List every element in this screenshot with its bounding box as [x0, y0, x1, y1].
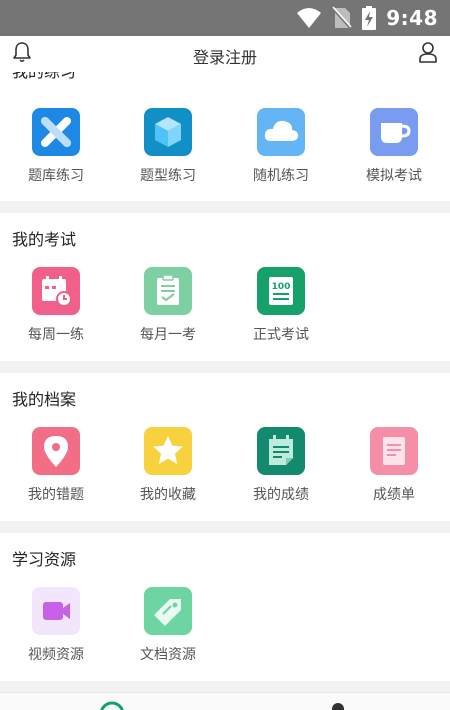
tag-icon	[144, 587, 192, 635]
svg-text:100: 100	[272, 282, 291, 292]
practice-grid: 题库练习 题型练习 随机练习 模拟考试	[0, 108, 450, 198]
question-type-practice-button[interactable]: 题型练习	[112, 108, 224, 198]
my-mistakes-button[interactable]: 我的错题	[0, 427, 112, 517]
random-label: 随机练习	[253, 168, 309, 184]
question-bank-icon	[32, 108, 80, 156]
notepad-icon	[257, 427, 305, 475]
video-resources-button[interactable]: 视频资源	[0, 587, 112, 677]
section-title: 学习资源	[12, 550, 77, 569]
records-grid: 我的错题 我的收藏 我的成绩 成绩单	[0, 427, 450, 517]
clipboard-check-icon	[144, 267, 192, 315]
tile-scores	[257, 427, 305, 475]
section-learning-resources: 学习资源 视频资源 文档资源	[0, 533, 450, 681]
app-header: 登录注册	[0, 36, 450, 72]
content-scroll-area[interactable]: 我的练习 题库练习	[0, 72, 450, 692]
mock-exam-button[interactable]: 模拟考试	[338, 108, 450, 198]
resources-grid: 视频资源 文档资源	[0, 587, 450, 677]
tile-random	[257, 108, 305, 156]
question-bank-label: 题库练习	[28, 168, 84, 184]
my-favorites-button[interactable]: 我的收藏	[112, 427, 224, 517]
tile-favorites	[144, 427, 192, 475]
tile-documents	[144, 587, 192, 635]
status-icons: 9:48	[296, 4, 438, 32]
tile-mistakes	[32, 427, 80, 475]
profile-tab-icon[interactable]	[325, 701, 351, 710]
monthly-exam-button[interactable]: 每月一考	[112, 267, 224, 357]
documents-label: 文档资源	[140, 647, 196, 663]
random-practice-button[interactable]: 随机练习	[225, 108, 337, 198]
video-camera-icon	[32, 587, 80, 635]
tile-weekly	[32, 267, 80, 315]
map-pin-icon	[32, 427, 80, 475]
mistakes-label: 我的错题	[28, 487, 84, 503]
home-tab-icon[interactable]	[99, 701, 125, 710]
tile-monthly	[144, 267, 192, 315]
weekly-practice-button[interactable]: 每周一练	[0, 267, 112, 357]
cloud-icon	[257, 108, 305, 156]
monthly-label: 每月一考	[140, 327, 196, 343]
transcript-label: 成绩单	[373, 487, 415, 503]
status-time: 9:48	[386, 6, 438, 30]
document-icon	[370, 427, 418, 475]
document-resources-button[interactable]: 文档资源	[112, 587, 224, 677]
my-scores-button[interactable]: 我的成绩	[225, 427, 337, 517]
tile-formal: 100	[257, 267, 305, 315]
calendar-clock-icon	[32, 267, 80, 315]
section-my-practice: 我的练习 题库练习	[0, 72, 450, 201]
tile-transcript	[370, 427, 418, 475]
transcript-button[interactable]: 成绩单	[338, 427, 450, 517]
cup-icon	[370, 108, 418, 156]
score-100-icon: 100	[257, 267, 305, 315]
favorites-label: 我的收藏	[140, 487, 196, 503]
exams-grid: 每周一练 每月一考 100 正式考试	[0, 267, 450, 357]
tile-mock-exam	[370, 108, 418, 156]
section-title: 我的练习	[12, 72, 76, 82]
section-title: 我的考试	[12, 230, 77, 249]
scores-label: 我的成绩	[253, 487, 309, 503]
tile-question-bank	[32, 108, 80, 156]
video-label: 视频资源	[28, 647, 84, 663]
battery-charging-icon	[362, 6, 377, 30]
weekly-label: 每周一练	[28, 327, 84, 343]
section-my-exams: 我的考试 每周一练 每月一考 100 正式考试	[0, 213, 450, 361]
tile-question-type	[144, 108, 192, 156]
formal-label: 正式考试	[253, 327, 309, 343]
question-type-label: 题型练习	[140, 168, 196, 184]
tile-video	[32, 587, 80, 635]
bottom-navigation	[0, 692, 450, 710]
star-icon	[144, 427, 192, 475]
status-bar: 9:48	[0, 0, 450, 36]
user-icon[interactable]	[418, 41, 438, 63]
cube-icon	[144, 108, 192, 156]
login-register-link[interactable]: 登录注册	[0, 44, 450, 68]
no-sim-icon	[332, 6, 352, 30]
formal-exam-button[interactable]: 100 正式考试	[225, 267, 337, 357]
section-title: 我的档案	[12, 390, 77, 409]
question-bank-practice-button[interactable]: 题库练习	[0, 108, 112, 198]
section-my-records: 我的档案 我的错题 我的收藏 我的成绩 成绩单	[0, 373, 450, 521]
wifi-icon	[297, 8, 322, 28]
mock-exam-label: 模拟考试	[366, 168, 422, 184]
